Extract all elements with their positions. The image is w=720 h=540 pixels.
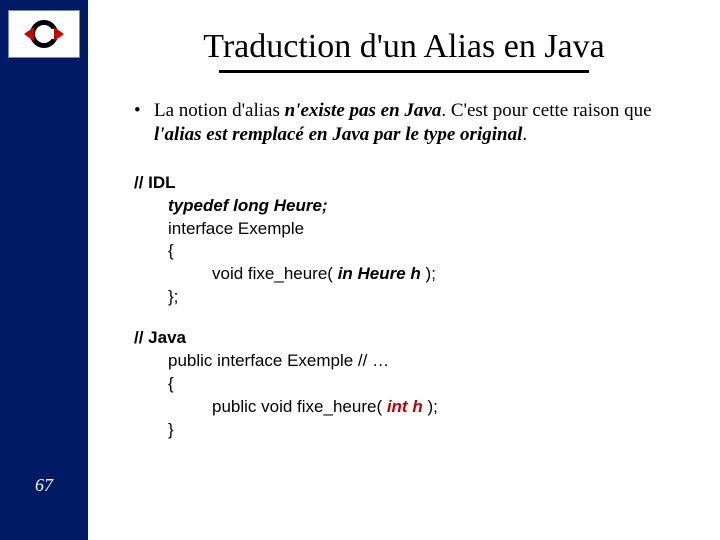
logo-c-icon	[26, 16, 62, 52]
content-area: Traduction d'un Alias en Java • La notio…	[88, 0, 720, 540]
bullet-seg-2: . C'est pour cette raison que	[441, 100, 651, 121]
java-fn-arg: int h	[387, 397, 423, 416]
slide-title: Traduction d'un Alias en Java	[114, 28, 694, 66]
java-comment: // Java	[134, 327, 694, 350]
idl-method: void fixe_heure( in Heure h );	[134, 263, 694, 286]
bullet-text: La notion d'alias n'existe pas en Java. …	[154, 99, 694, 148]
java-method: public void fixe_heure( int h );	[134, 396, 694, 419]
title-rule	[219, 70, 589, 73]
bullet-item: • La notion d'alias n'existe pas en Java…	[134, 99, 694, 148]
java-interface: public interface Exemple // …	[134, 350, 694, 373]
java-fn-pre: public void fixe_heure(	[212, 397, 387, 416]
idl-fn-post: );	[421, 264, 436, 283]
java-code-block: // Java public interface Exemple // … { …	[134, 327, 694, 442]
logo	[8, 10, 80, 58]
idl-fn-arg: in Heure h	[338, 264, 421, 283]
idl-code-block: // IDL typedef long Heure; interface Exe…	[134, 172, 694, 310]
bullet-marker: •	[134, 99, 154, 148]
idl-typedef: typedef long Heure;	[134, 195, 694, 218]
page-number: 67	[0, 475, 88, 496]
java-fn-post: );	[423, 397, 438, 416]
java-open-brace: {	[134, 373, 694, 396]
java-close-brace: }	[134, 419, 694, 442]
bullet-em-1: n'existe pas en Java	[285, 100, 442, 121]
bullet-em-2: l'alias est remplacé en Java par le type…	[154, 124, 522, 145]
slide: 67 Traduction d'un Alias en Java • La no…	[0, 0, 720, 540]
idl-comment: // IDL	[134, 172, 694, 195]
sidebar: 67	[0, 0, 88, 540]
idl-fn-pre: void fixe_heure(	[212, 264, 338, 283]
idl-interface: interface Exemple	[134, 218, 694, 241]
idl-close-brace: };	[134, 286, 694, 309]
bullet-seg-3: .	[522, 124, 527, 145]
bullet-seg-1: La notion d'alias	[154, 100, 285, 121]
idl-open-brace: {	[134, 240, 694, 263]
